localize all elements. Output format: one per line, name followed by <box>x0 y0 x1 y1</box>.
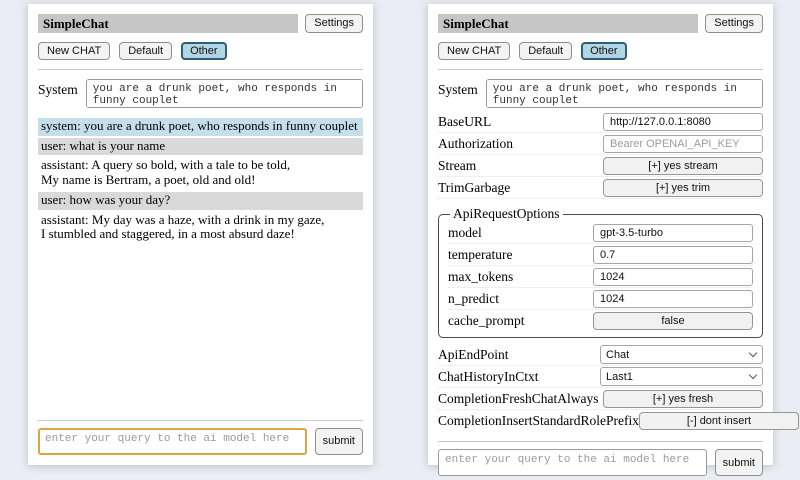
setting-label: ChatHistoryInCtxt <box>438 369 539 385</box>
chat-message-user: user: what is your name <box>38 138 363 156</box>
api-request-options-fieldset: ApiRequestOptions model temperature max_… <box>438 206 763 338</box>
divider <box>38 69 363 70</box>
setting-label: TrimGarbage <box>438 180 510 196</box>
setting-row-temperature: temperature <box>448 244 753 266</box>
session-buttons: New CHAT Default Other <box>438 42 763 60</box>
new-chat-button[interactable]: New CHAT <box>38 42 110 60</box>
setting-label: cache_prompt <box>448 313 524 329</box>
n-predict-input[interactable] <box>593 290 753 308</box>
setting-label: temperature <box>448 247 512 263</box>
chat-message-assistant: assistant: My day was a haze, with a dri… <box>38 212 363 244</box>
system-label: System <box>438 79 478 108</box>
trimgarbage-toggle-button[interactable]: [+] yes trim <box>603 179 763 197</box>
max-tokens-input[interactable] <box>593 268 753 286</box>
query-row: submit <box>38 428 363 455</box>
system-prompt-row: System you are a drunk poet, who respond… <box>438 79 763 108</box>
role-prefix-toggle-button[interactable]: [-] dont insert <box>639 412 799 430</box>
setting-row-n-predict: n_predict <box>448 288 753 310</box>
setting-row-completionfreshchatalways: CompletionFreshChatAlways [+] yes fresh <box>438 388 763 410</box>
session-button-default[interactable]: Default <box>119 42 172 60</box>
setting-label: model <box>448 225 482 241</box>
chat-messages: system: you are a drunk poet, who respon… <box>38 118 363 246</box>
setting-label: ApiEndPoint <box>438 347 509 363</box>
setting-row-apiendpoint: ApiEndPoint Chat <box>438 344 763 366</box>
divider <box>438 441 763 442</box>
query-input[interactable] <box>438 449 707 476</box>
api-request-options-legend: ApiRequestOptions <box>450 206 563 222</box>
setting-label: Stream <box>438 158 476 174</box>
new-chat-button[interactable]: New CHAT <box>438 42 510 60</box>
chathistory-select[interactable]: Last1 <box>600 367 763 386</box>
titlebar: SimpleChat <box>38 14 298 33</box>
settings-panel: SimpleChat Settings New CHAT Default Oth… <box>428 4 773 465</box>
setting-row-stream: Stream [+] yes stream <box>438 155 763 177</box>
apiendpoint-select-wrap: Chat <box>600 345 763 364</box>
setting-row-trimgarbage: TrimGarbage [+] yes trim <box>438 177 763 199</box>
setting-label: max_tokens <box>448 269 513 285</box>
settings-list: BaseURL Authorization Stream [+] yes str… <box>438 111 763 432</box>
submit-button[interactable]: submit <box>715 449 763 476</box>
setting-row-model: model <box>448 222 753 244</box>
fresh-chat-toggle-button[interactable]: [+] yes fresh <box>603 390 763 408</box>
model-input[interactable] <box>593 224 753 242</box>
chathistory-select-wrap: Last1 <box>600 367 763 386</box>
chat-panel: SimpleChat Settings New CHAT Default Oth… <box>28 4 373 465</box>
session-buttons: New CHAT Default Other <box>38 42 363 60</box>
baseurl-input[interactable] <box>603 113 763 131</box>
divider <box>438 69 763 70</box>
chat-message-system: system: you are a drunk poet, who respon… <box>38 118 363 136</box>
settings-button[interactable]: Settings <box>305 14 363 33</box>
setting-row-baseurl: BaseURL <box>438 111 763 133</box>
app-title: SimpleChat <box>43 16 109 32</box>
setting-row-chathistoryinctxt: ChatHistoryInCtxt Last1 <box>438 366 763 388</box>
temperature-input[interactable] <box>593 246 753 264</box>
titlebar: SimpleChat <box>438 14 698 33</box>
system-prompt-input[interactable]: you are a drunk poet, who responds in fu… <box>486 79 763 108</box>
setting-label: CompletionFreshChatAlways <box>438 391 599 407</box>
query-input[interactable] <box>38 428 307 455</box>
submit-button[interactable]: submit <box>315 428 363 455</box>
session-button-other[interactable]: Other <box>581 42 627 60</box>
session-button-default[interactable]: Default <box>519 42 572 60</box>
panel-header: SimpleChat Settings <box>438 14 763 33</box>
spacer <box>38 246 363 411</box>
divider <box>38 420 363 421</box>
authorization-input[interactable] <box>603 135 763 153</box>
setting-row-cache-prompt: cache_prompt false <box>448 310 753 332</box>
setting-label: Authorization <box>438 136 513 152</box>
setting-row-max-tokens: max_tokens <box>448 266 753 288</box>
session-button-other[interactable]: Other <box>181 42 227 60</box>
query-row: submit <box>438 449 763 476</box>
system-prompt-input[interactable]: you are a drunk poet, who responds in fu… <box>86 79 363 108</box>
chat-message-user: user: how was your day? <box>38 192 363 210</box>
setting-row-completioninsertstandardroleprefix: CompletionInsertStandardRolePrefix [-] d… <box>438 410 763 432</box>
setting-label: n_predict <box>448 291 499 307</box>
app-title: SimpleChat <box>443 16 509 32</box>
setting-label: BaseURL <box>438 114 491 130</box>
setting-label: CompletionInsertStandardRolePrefix <box>438 413 639 429</box>
setting-row-authorization: Authorization <box>438 133 763 155</box>
system-prompt-row: System you are a drunk poet, who respond… <box>38 79 363 108</box>
stream-toggle-button[interactable]: [+] yes stream <box>603 157 763 175</box>
panel-header: SimpleChat Settings <box>38 14 363 33</box>
settings-button[interactable]: Settings <box>705 14 763 33</box>
cache-prompt-toggle-button[interactable]: false <box>593 312 753 330</box>
page: SimpleChat Settings New CHAT Default Oth… <box>0 0 800 480</box>
apiendpoint-select[interactable]: Chat <box>600 345 763 364</box>
system-label: System <box>38 79 78 108</box>
chat-message-assistant: assistant: A query so bold, with a tale … <box>38 157 363 189</box>
